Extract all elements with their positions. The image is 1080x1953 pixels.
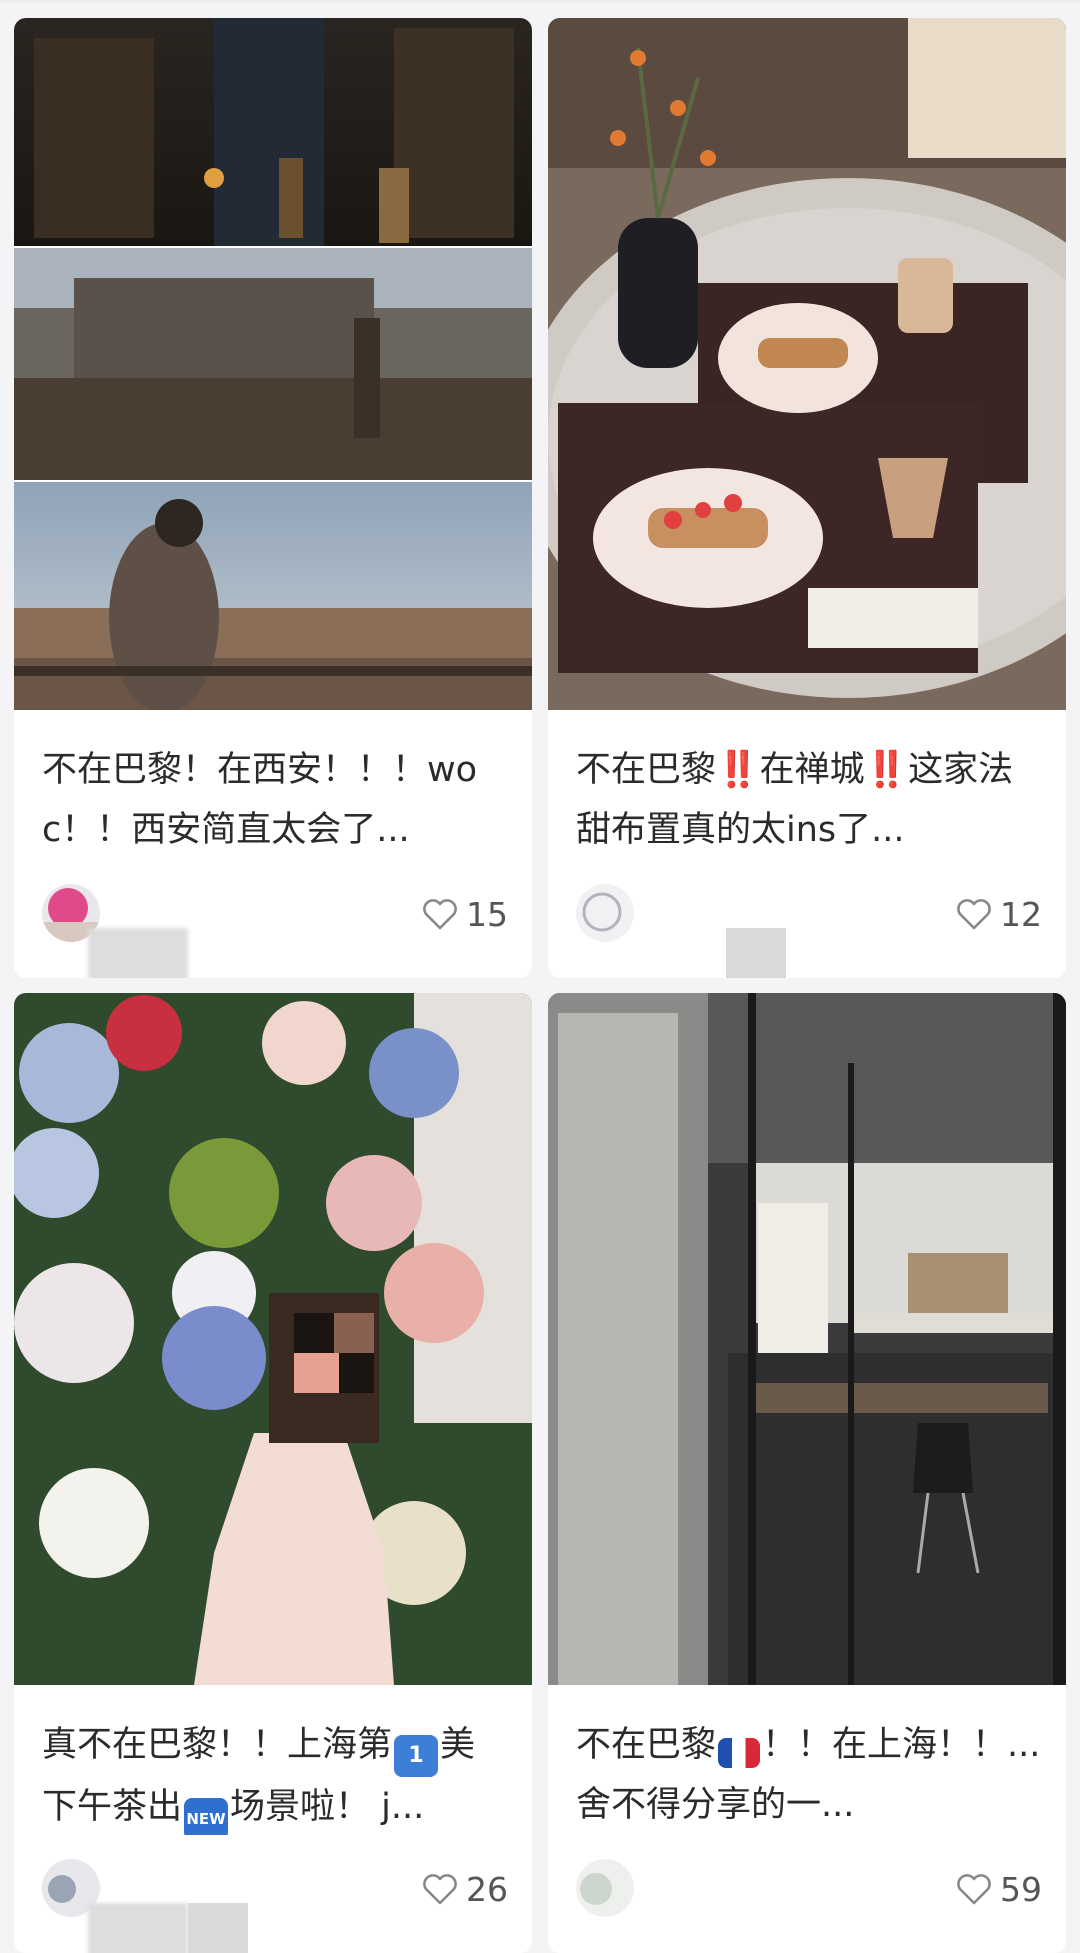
post-meta: 59 [576,1855,1042,1925]
post-meta: 26 [42,1855,508,1953]
post-cover-image[interactable] [548,18,1066,710]
post-cover-image[interactable] [14,18,532,710]
post-cover-image[interactable] [548,993,1066,1685]
author-avatar[interactable] [576,1859,634,1917]
post-title[interactable]: 不在巴黎‼️在禅城‼️这家法甜布置真的太ins了... [576,740,1042,860]
post-card[interactable]: 不在巴黎‼️在禅城‼️这家法甜布置真的太ins了... 12 [548,18,1066,978]
post-card[interactable]: 不在巴黎！在西安！！！woc！！西安简直太会了... 15 [14,18,532,978]
top-divider [0,0,1080,3]
number-one-emoji-icon: 1 [394,1735,439,1777]
like-button[interactable]: 59 [954,1869,1042,1909]
heart-icon [423,899,457,930]
like-button[interactable]: 15 [420,894,508,934]
new-emoji-icon: NEW [184,1798,229,1835]
like-count: 12 [1000,894,1042,934]
post-title[interactable]: 不在巴黎！在西安！！！woc！！西安简直太会了... [42,740,508,860]
like-count: 26 [466,1869,508,1909]
post-cover-image[interactable] [14,993,532,1685]
author-avatar[interactable] [576,884,634,942]
heart-icon [957,899,991,930]
post-meta: 15 [42,880,508,978]
like-count: 59 [1000,1869,1042,1909]
post-card[interactable]: 不在巴黎🇫🇷！！在上海！！... 舍不得分享的一... 59 [548,993,1066,1953]
post-card[interactable]: 真不在巴黎！！上海第 1 美下午茶出 NEW 场景啦！ j... 26 [14,993,532,1953]
author-name-redacted [88,928,188,978]
post-title[interactable]: 不在巴黎🇫🇷！！在上海！！... 舍不得分享的一... [576,1715,1042,1835]
author-name-redacted [726,928,786,978]
heart-icon [957,1874,991,1905]
heart-icon [423,1874,457,1905]
post-title[interactable]: 真不在巴黎！！上海第 1 美下午茶出 NEW 场景啦！ j... [42,1715,508,1835]
post-meta: 12 [576,880,1042,978]
france-flag-emoji-icon: 🇫🇷 [718,1738,761,1768]
author-name-redacted [188,1903,248,1953]
like-count: 15 [466,894,508,934]
like-button[interactable]: 26 [420,1869,508,1909]
author-name-redacted [88,1903,188,1953]
like-button[interactable]: 12 [954,894,1042,934]
